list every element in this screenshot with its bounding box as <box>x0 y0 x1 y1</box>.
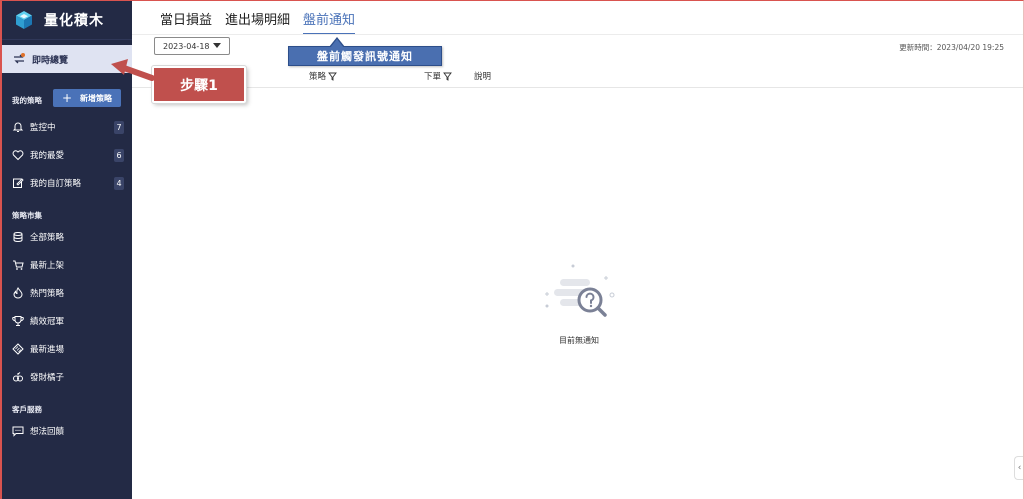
sidebar-item-latest-entries[interactable]: 最新進場 <box>12 341 124 357</box>
sidebar-item-label: 即時總覽 <box>32 55 69 66</box>
column-label: 策略 <box>309 72 327 82</box>
callout-premarket-signal: 盤前觸發訊號通知 <box>288 37 442 66</box>
heart-icon <box>12 150 24 161</box>
update-time: 更新時間：2023/04/20 19:25 <box>899 43 1004 52</box>
bell-icon <box>12 122 24 132</box>
count-badge: 7 <box>114 120 124 134</box>
fire-icon <box>13 287 23 299</box>
column-header-description: 說明 <box>474 70 491 82</box>
column-header-strategy[interactable]: 策略 <box>309 70 337 82</box>
cart-icon <box>13 260 24 270</box>
ticket-icon <box>12 343 24 355</box>
sidebar-item-all-strategies[interactable]: 全部策略 <box>12 229 124 245</box>
plus-icon: + <box>61 91 73 105</box>
sidebar-item-label: 全部策略 <box>30 233 65 243</box>
collapse-panel-button[interactable]: ‹ <box>1014 456 1024 480</box>
sidebar-item-label: 監控中 <box>30 123 56 133</box>
sidebar-item-label: 最新進場 <box>30 345 65 355</box>
red-arrow-icon <box>111 59 155 81</box>
brand[interactable]: 量化積木 <box>0 0 132 40</box>
filter-icon[interactable] <box>328 72 337 81</box>
divider <box>132 34 1024 35</box>
sidebar-item-monitoring[interactable]: 監控中 7 <box>12 119 124 135</box>
section-title-market: 策略市集 <box>12 211 42 220</box>
trophy-icon <box>12 316 24 326</box>
message-icon <box>12 426 24 437</box>
sidebar-item-lucky-orange[interactable]: 發財橘子 <box>12 369 124 385</box>
empty-state <box>540 262 620 331</box>
sidebar-item-label: 我的最愛 <box>30 151 65 161</box>
orange-icon <box>13 372 23 382</box>
sidebar-item-label: 發財橘子 <box>30 373 65 383</box>
cube-logo-icon <box>16 10 32 29</box>
sidebar-item-new-listings[interactable]: 最新上架 <box>12 257 124 273</box>
column-label: 說明 <box>474 72 492 82</box>
tab-trade-details[interactable]: 進出場明細 <box>225 9 290 35</box>
section-title-service: 客戶服務 <box>12 405 42 414</box>
filter-icon[interactable] <box>443 72 452 81</box>
tab-bar: 當日損益 進出場明細 盤前通知 <box>160 9 368 35</box>
count-badge: 6 <box>114 148 124 162</box>
database-icon <box>13 232 23 242</box>
divider <box>132 87 1024 88</box>
sidebar-item-feedback[interactable]: 想法回饋 <box>12 423 124 439</box>
date-select[interactable]: 2023-04-18 <box>154 37 230 55</box>
sidebar-item-label: 績效冠軍 <box>30 317 65 327</box>
empty-search-icon <box>545 264 615 317</box>
brand-name: 量化積木 <box>44 12 104 29</box>
sidebar-item-hot-strategies[interactable]: 熱門策略 <box>12 285 124 301</box>
tab-daily-pnl[interactable]: 當日損益 <box>160 9 212 35</box>
add-strategy-label: 新增策略 <box>80 93 113 103</box>
sidebar-item-custom-strategy[interactable]: 我的自訂策略 4 <box>12 175 124 191</box>
empty-state-text: 目前無通知 <box>559 336 599 345</box>
sidebar-item-favorites[interactable]: 我的最愛 6 <box>12 147 124 163</box>
caret-down-icon <box>213 43 221 48</box>
sidebar-item-top-performers[interactable]: 績效冠軍 <box>12 313 124 329</box>
add-strategy-button[interactable]: + 新增策略 <box>53 89 121 107</box>
sidebar-item-label: 想法回饋 <box>30 427 65 437</box>
callout-step-1: 步驟1 <box>151 65 247 104</box>
edit-icon <box>13 178 24 188</box>
count-badge: 4 <box>114 176 124 190</box>
sidebar-item-label: 熱門策略 <box>30 289 65 299</box>
tab-premarket-notice[interactable]: 盤前通知 <box>303 9 356 35</box>
section-title-my-strategy: 我的策略 <box>12 96 42 105</box>
sidebar-item-label: 最新上架 <box>30 261 65 271</box>
date-value: 2023-04-18 <box>163 41 210 51</box>
column-label: 下單 <box>424 72 442 82</box>
transfer-icon <box>14 53 25 64</box>
column-header-order[interactable]: 下單 <box>424 70 452 82</box>
sidebar-item-label: 我的自訂策略 <box>30 179 82 189</box>
